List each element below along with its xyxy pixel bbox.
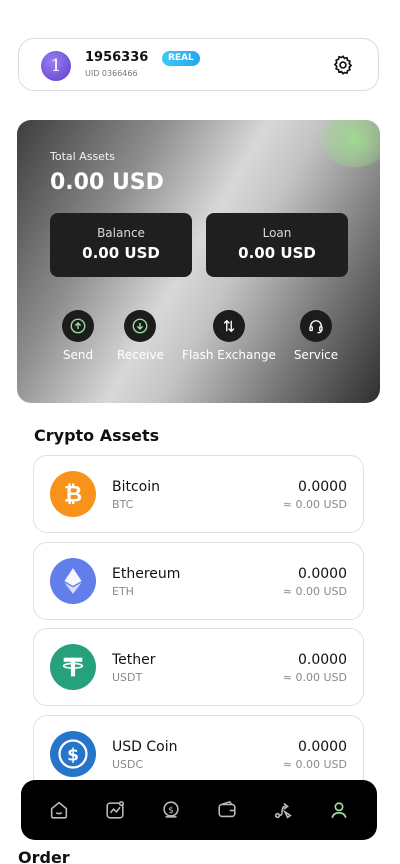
wallet-icon	[218, 800, 236, 818]
svg-text:$: $	[67, 745, 79, 765]
send-button[interactable]: Send	[55, 310, 101, 362]
coin-card-ethereum[interactable]: Ethereum ETH 0.0000 ≈ 0.00 USD	[33, 542, 364, 620]
user-id: 1956336	[85, 50, 149, 65]
coin-amount: 0.0000	[298, 566, 347, 582]
bottom-nav: $	[21, 780, 377, 840]
receive-label: Receive	[117, 348, 164, 362]
service-button[interactable]: Service	[290, 310, 342, 362]
chart-icon	[106, 800, 125, 819]
arrow-down-circle-icon	[132, 318, 148, 334]
coin-amount: 0.0000	[298, 652, 347, 668]
account-type-badge: REAL	[162, 51, 200, 66]
coin-name: Tether	[112, 652, 156, 668]
coin-symbol: USDT	[112, 671, 143, 684]
balance-box[interactable]: Balance 0.00 USD	[50, 213, 192, 277]
nav-wallet[interactable]	[213, 796, 241, 824]
gear-icon	[333, 55, 353, 75]
settings-button[interactable]	[332, 54, 354, 76]
balance-value: 0.00 USD	[82, 244, 160, 262]
bitcoin-icon: ₿	[50, 471, 96, 517]
nav-profile[interactable]	[325, 796, 353, 824]
coin-symbol: BTC	[112, 498, 134, 511]
send-label: Send	[62, 348, 94, 362]
loan-label: Loan	[262, 226, 292, 240]
user-card[interactable]: 1 1956336 REAL UID 0366466	[18, 38, 379, 91]
tether-icon	[50, 644, 96, 690]
flash-exchange-label: Flash Exchange	[182, 348, 276, 362]
loan-value: 0.00 USD	[238, 244, 316, 262]
coin-symbol: ETH	[112, 585, 134, 598]
coin-name: Bitcoin	[112, 479, 161, 495]
coin-usd-value: ≈ 0.00 USD	[282, 585, 347, 598]
dollar-icon: $	[163, 801, 179, 818]
headset-icon	[309, 320, 323, 334]
coin-amount: 0.0000	[298, 739, 347, 755]
assets-card: Total Assets 0.00 USD Balance 0.00 USD L…	[17, 120, 380, 403]
coin-name: USD Coin	[112, 739, 178, 755]
uid-label: UID 0366466	[85, 69, 138, 78]
coin-amount: 0.0000	[298, 479, 347, 495]
svg-text:$: $	[168, 805, 174, 816]
swap-arrows-icon	[223, 319, 235, 333]
arrow-up-circle-icon	[70, 318, 86, 334]
coin-symbol: USDC	[112, 758, 144, 771]
receive-button[interactable]: Receive	[117, 310, 164, 362]
coin-usd-value: ≈ 0.00 USD	[282, 758, 347, 771]
total-assets-value: 0.00 USD	[50, 170, 164, 195]
usd-coin-icon: $	[50, 731, 96, 777]
loan-box[interactable]: Loan 0.00 USD	[206, 213, 348, 277]
avatar: 1	[41, 51, 71, 81]
route-icon	[274, 802, 292, 819]
crypto-assets-title: Crypto Assets	[34, 426, 160, 445]
profile-icon	[331, 802, 347, 819]
order-title: Order	[18, 848, 70, 864]
balance-label: Balance	[97, 226, 145, 240]
decorative-glow	[320, 120, 380, 167]
coin-name: Ethereum	[112, 566, 181, 582]
nav-home[interactable]	[45, 796, 73, 824]
home-icon	[50, 801, 68, 819]
nav-finance[interactable]: $	[157, 796, 185, 824]
total-assets-label: Total Assets	[50, 150, 115, 163]
nav-trade[interactable]	[269, 796, 297, 824]
ethereum-icon	[50, 558, 96, 604]
coin-usd-value: ≈ 0.00 USD	[282, 498, 347, 511]
coin-usd-value: ≈ 0.00 USD	[282, 671, 347, 684]
service-label: Service	[293, 348, 339, 362]
svg-text:₿: ₿	[64, 482, 82, 508]
coin-card-bitcoin[interactable]: ₿ Bitcoin BTC 0.0000 ≈ 0.00 USD	[33, 455, 364, 533]
coin-card-tether[interactable]: Tether USDT 0.0000 ≈ 0.00 USD	[33, 628, 364, 706]
flash-exchange-button[interactable]: Flash Exchange	[181, 310, 277, 362]
nav-market[interactable]	[101, 796, 129, 824]
